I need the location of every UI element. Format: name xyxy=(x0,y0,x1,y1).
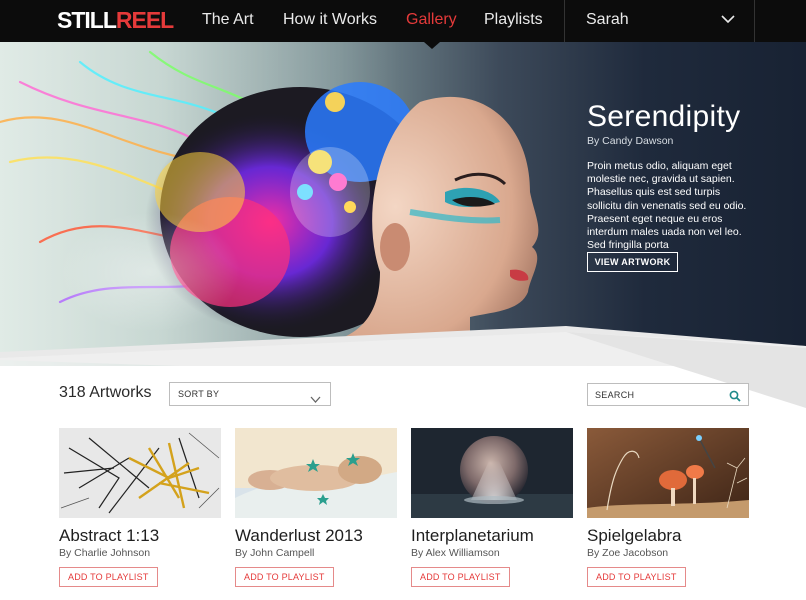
artwork-thumbnail[interactable] xyxy=(235,428,397,518)
logo[interactable]: STILLREEL xyxy=(57,7,174,33)
artwork-title[interactable]: Interplanetarium xyxy=(411,526,573,546)
add-to-playlist-button[interactable]: ADD TO PLAYLIST xyxy=(59,567,158,587)
chevron-down-icon xyxy=(310,391,321,409)
hero-description: Proin metus odio, aliquam eget molestie … xyxy=(587,160,747,252)
nav-divider xyxy=(564,0,565,42)
nav-item-how-it-works[interactable]: How it Works xyxy=(283,11,377,29)
nav-item-the-art[interactable]: The Art xyxy=(202,11,254,29)
chevron-down-icon[interactable] xyxy=(720,12,736,31)
artwork-thumbnail[interactable] xyxy=(411,428,573,518)
hero-title: Serendipity xyxy=(587,100,741,133)
nav-item-playlists[interactable]: Playlists xyxy=(484,11,543,29)
artwork-card: Wanderlust 2013 By John Campell ADD TO P… xyxy=(235,428,397,587)
logo-reel: REEL xyxy=(115,7,174,33)
hero-byline[interactable]: By Candy Dawson xyxy=(587,134,762,148)
artwork-count: 318 Artworks xyxy=(59,384,152,401)
sort-dropdown[interactable]: SORT BY xyxy=(169,382,331,406)
artwork-title[interactable]: Wanderlust 2013 xyxy=(235,526,397,546)
artwork-card: Interplanetarium By Alex Williamson ADD … xyxy=(411,428,573,587)
logo-still: STILL xyxy=(57,7,117,33)
add-to-playlist-button[interactable]: ADD TO PLAYLIST xyxy=(587,567,686,587)
sort-label: SORT BY xyxy=(178,389,220,399)
add-to-playlist-button[interactable]: ADD TO PLAYLIST xyxy=(411,567,510,587)
artwork-thumbnail[interactable] xyxy=(587,428,749,518)
top-nav: STILLREEL The Art How it Works Gallery P… xyxy=(0,0,806,42)
search-input[interactable] xyxy=(588,384,723,405)
search-box[interactable] xyxy=(587,383,749,406)
active-nav-indicator xyxy=(424,42,440,49)
nav-item-gallery[interactable]: Gallery xyxy=(406,11,457,29)
artwork-artist[interactable]: By John Campell xyxy=(235,546,397,560)
artwork-artist[interactable]: By Charlie Johnson xyxy=(59,546,221,560)
artwork-card: Abstract 1:13 By Charlie Johnson ADD TO … xyxy=(59,428,221,587)
view-artwork-button[interactable]: VIEW ARTWORK xyxy=(587,252,678,272)
artwork-card: Spielgelabra By Zoe Jacobson ADD TO PLAY… xyxy=(587,428,749,587)
artwork-thumbnail[interactable] xyxy=(59,428,221,518)
artwork-title[interactable]: Spielgelabra xyxy=(587,526,749,546)
artwork-title[interactable]: Abstract 1:13 xyxy=(59,526,221,546)
hero-text: Serendipity By Candy Dawson Proin metus … xyxy=(587,100,762,252)
search-icon[interactable] xyxy=(729,389,741,407)
user-name[interactable]: Sarah xyxy=(586,11,629,29)
add-to-playlist-button[interactable]: ADD TO PLAYLIST xyxy=(235,567,334,587)
artwork-artist[interactable]: By Alex Williamson xyxy=(411,546,573,560)
nav-divider xyxy=(754,0,755,42)
artwork-artist[interactable]: By Zoe Jacobson xyxy=(587,546,749,560)
